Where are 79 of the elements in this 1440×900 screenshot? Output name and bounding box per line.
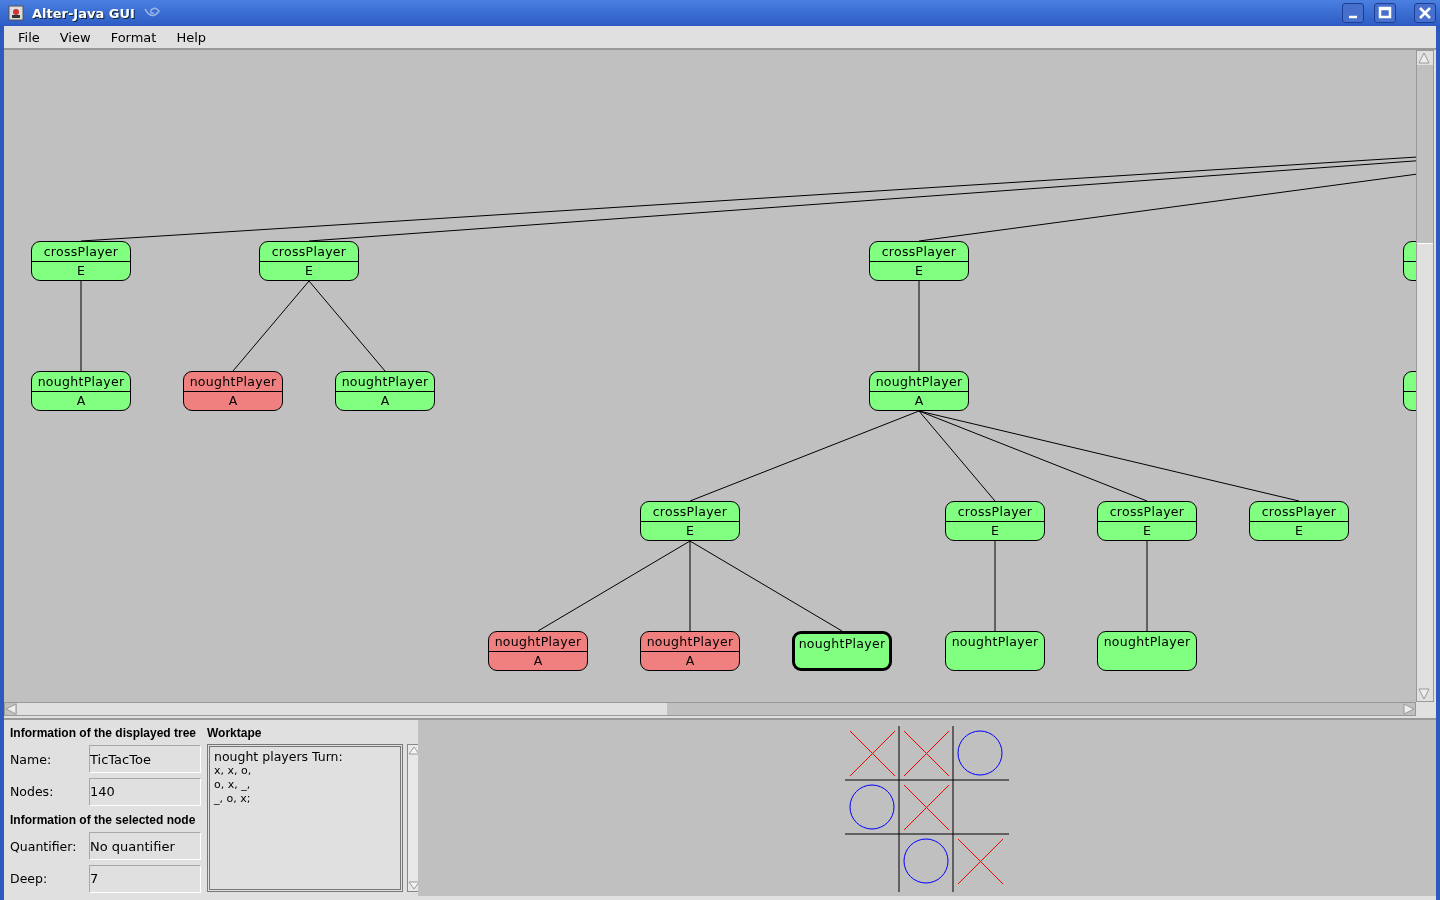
quantifier-label: E [77,263,85,279]
scrollbar-thumb[interactable] [17,703,667,715]
close-button[interactable] [1414,3,1436,23]
tree-node[interactable]: noughtPlayer A [869,371,969,411]
scrollbar-thumb[interactable] [1417,65,1433,244]
node-label: crossPlayer [881,243,957,259]
section-heading: Worktape [207,725,262,742]
quantifier-label: A [380,393,390,409]
tree-node[interactable]: noughtPlayer [1097,631,1197,671]
quantifier-label: A [228,393,238,409]
menu-item[interactable]: Format [102,29,165,45]
field-label: Quantifier: [10,838,78,854]
node-label: noughtPlayer [646,633,734,649]
tree-node[interactable]: crossPlayer E [31,241,131,281]
node-label: noughtPlayer [341,373,429,389]
tree-node[interactable]: crossPlayer E [869,241,969,281]
text-field[interactable]: 140 [89,777,201,806]
tree-node[interactable]: crossPlayer E [259,241,359,281]
node-label: crossPlayer [957,503,1033,519]
tree-node[interactable]: noughtPlayer [945,631,1045,671]
maximize-icon [1378,6,1392,20]
text-field[interactable]: 7 [89,864,201,893]
menu-item[interactable]: Help [168,29,215,45]
quantifier-label: E [686,523,694,539]
menu-item[interactable]: File [10,29,48,45]
node-label: noughtPlayer [798,636,886,651]
text-field[interactable]: No quantifier [89,832,201,861]
quantifier-label: A [76,393,86,409]
field-label: Nodes: [10,784,55,800]
down-arrow-icon[interactable] [408,880,419,891]
node-label: noughtPlayer [1103,634,1191,649]
menu-item[interactable]: View [51,29,99,45]
down-arrow-icon[interactable] [1417,687,1431,701]
minimize-icon [1348,15,1358,19]
quantifier-label: A [685,653,695,669]
node-label: noughtPlayer [189,373,277,389]
horizontal-scrollbar[interactable] [4,702,1416,716]
quantifier-label: E [1143,523,1151,539]
section-heading: Information of the displayed tree [10,725,197,742]
worktape-area[interactable]: nought players Turn: x, x, o, o, x, _, _, o, x; [207,744,403,892]
tree-node[interactable]: noughtPlayer A [335,371,435,411]
node-label: crossPlayer [1109,503,1185,519]
field-label: Name: [10,751,53,767]
node-label: crossPlayer [1261,503,1337,519]
text-field[interactable]: TicTacToe [89,745,201,774]
quantifier-label: A [914,393,924,409]
tree-node[interactable]: noughtPlayer [792,631,892,671]
node-label: noughtPlayer [494,633,582,649]
field-label: Deep: [10,871,49,887]
minimize-button[interactable] [1342,3,1364,23]
app-icon [8,5,24,21]
left-arrow-icon[interactable] [5,703,17,715]
node-label: noughtPlayer [37,373,125,389]
tree-node[interactable]: noughtPlayer A [31,371,131,411]
node-label: crossPlayer [43,243,119,259]
quantifier-label: E [305,263,313,279]
right-arrow-icon[interactable] [1403,703,1415,715]
node-label: noughtPlayer [875,373,963,389]
vertical-scrollbar[interactable] [1416,50,1434,702]
tree-node[interactable]: noughtPlayer A [488,631,588,671]
close-icon [1418,6,1432,20]
quantifier-label: E [1295,523,1303,539]
section-heading: Information of the selected node [10,812,196,829]
maximize-button[interactable] [1374,3,1396,23]
up-arrow-icon[interactable] [1417,51,1431,65]
node-label: crossPlayer [271,243,347,259]
window-title: Alter-Java GUI [32,5,135,21]
node-label: noughtPlayer [951,634,1039,649]
tree-node[interactable]: noughtPlayer A [640,631,740,671]
quantifier-label: A [533,653,543,669]
up-arrow-icon[interactable] [408,745,419,756]
node-label: crossPlayer [652,503,728,519]
quantifier-label: E [991,523,999,539]
tree-node[interactable]: crossPlayer E [1097,501,1197,541]
tree-node[interactable]: crossPlayer E [945,501,1045,541]
tree-node[interactable]: noughtPlayer A [183,371,283,411]
tree-node[interactable]: crossPlayer E [640,501,740,541]
tree-node[interactable]: crossPlayer E [1249,501,1349,541]
quantifier-label: E [915,263,923,279]
